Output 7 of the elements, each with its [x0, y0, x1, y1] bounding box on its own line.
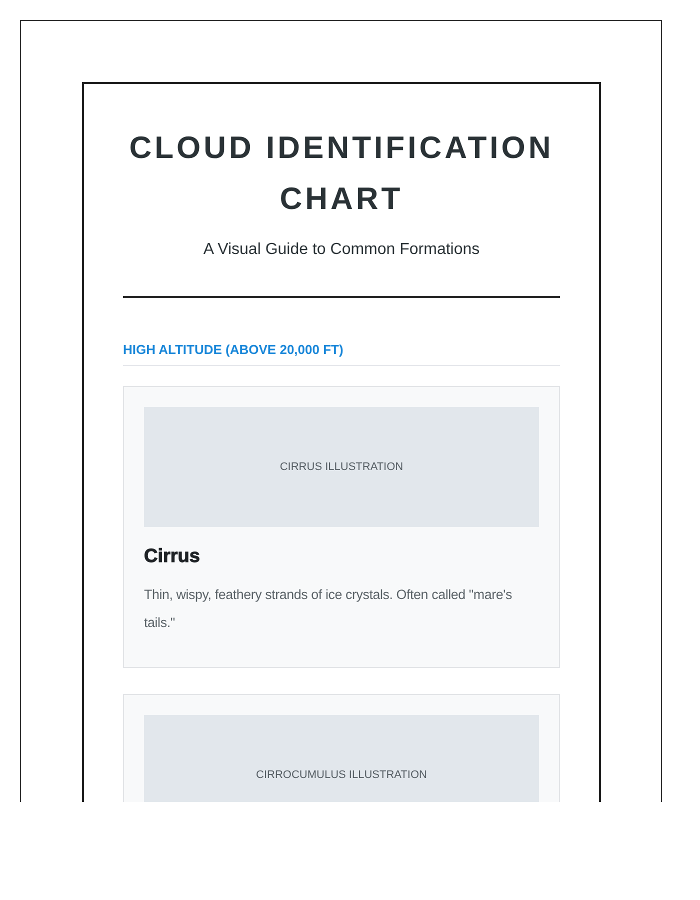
- cloud-description: Thin, wispy, feathery strands of ice crystals. Often called "mare's tails.": [144, 586, 513, 632]
- section-heading: HIGH ALTITUDE (ABOVE 20,000 FT): [123, 341, 344, 359]
- cloud-name: Cirrus: [144, 545, 201, 569]
- chart-title: CLOUD IDENTIFICATION CHART: [128, 129, 555, 218]
- illustration-label: CIRRUS ILLUSTRATION: [280, 460, 404, 475]
- chart-subtitle: A Visual Guide to Common Formations: [202, 240, 481, 260]
- illustration-label: CIRROCUMULUS ILLUSTRATION: [256, 768, 427, 783]
